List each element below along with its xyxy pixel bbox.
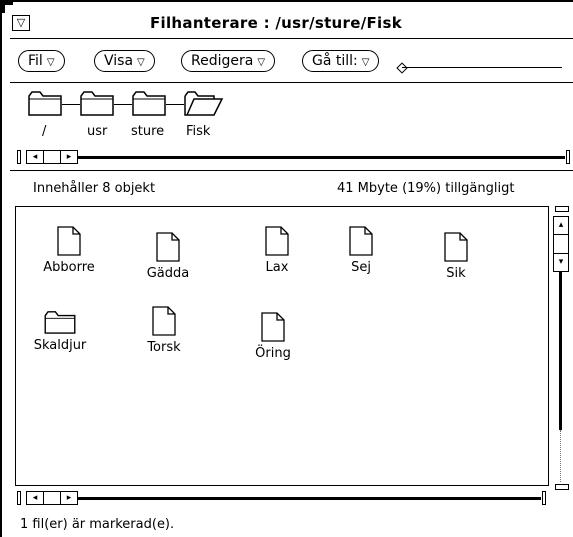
scrollbar-cap-left[interactable] xyxy=(17,491,21,505)
file-name: Torsk xyxy=(147,340,181,355)
document-icon xyxy=(261,312,285,342)
folder-icon[interactable] xyxy=(28,90,62,116)
file-name: Sej xyxy=(351,260,371,275)
document-icon xyxy=(349,226,373,256)
path-label: / xyxy=(42,124,47,139)
file-name: Abborre xyxy=(43,260,95,275)
divider xyxy=(10,170,573,171)
scroll-left-icon[interactable]: ◂ xyxy=(27,492,44,504)
scroll-right-icon[interactable]: ▸ xyxy=(61,151,77,163)
file-item[interactable]: Gädda xyxy=(128,232,208,302)
chevron-down-icon: ▽ xyxy=(361,57,370,68)
file-item[interactable]: Sik xyxy=(416,232,496,302)
path-connector xyxy=(62,104,80,105)
document-icon xyxy=(444,232,468,262)
menu-button-redigera[interactable]: Redigera ▽ xyxy=(181,50,276,72)
file-item[interactable]: Lax xyxy=(237,226,317,296)
folder-icon[interactable] xyxy=(80,90,114,116)
vertical-scrollbar-elevator[interactable]: ▴ ▾ xyxy=(553,216,569,272)
file-name: Lax xyxy=(265,260,289,275)
menu-button-ga-till[interactable]: Gå till: ▽ xyxy=(302,50,380,72)
menu-button-label: Gå till: xyxy=(312,53,358,69)
folder-icon xyxy=(44,311,76,334)
menu-button-visa[interactable]: Visa ▽ xyxy=(94,50,155,72)
file-name: Öring xyxy=(255,346,291,361)
document-icon xyxy=(57,226,81,256)
open-folder-icon[interactable] xyxy=(184,90,224,116)
chevron-down-icon: ▽ xyxy=(257,57,266,68)
path-connector xyxy=(114,104,132,105)
window-title: Filhanterare : /usr/sture/Fisk xyxy=(150,14,402,32)
horizontal-scrollbar-elevator[interactable]: ◂ ▸ xyxy=(26,491,78,505)
footer-message: 1 fil(er) är markerad(e). xyxy=(20,517,175,532)
menu-button-fil[interactable]: Fil ▽ xyxy=(18,50,65,72)
scroll-up-icon[interactable]: ▴ xyxy=(554,217,568,236)
scroll-left-icon[interactable]: ◂ xyxy=(27,151,44,163)
free-space-status: 41 Mbyte (19%) tillgängligt xyxy=(337,181,515,196)
document-icon xyxy=(156,232,180,262)
file-name: Sik xyxy=(446,266,466,281)
folder-item[interactable]: Skaldjur xyxy=(20,310,100,380)
goto-input[interactable] xyxy=(402,67,562,68)
vertical-scrollbar-remainder[interactable] xyxy=(560,430,562,482)
horizontal-scrollbar-track[interactable] xyxy=(78,497,541,500)
divider xyxy=(10,82,573,83)
menu-button-label: Redigera xyxy=(191,53,254,69)
scroll-drag-icon[interactable] xyxy=(44,151,61,163)
scroll-drag-icon[interactable] xyxy=(44,492,61,504)
file-item[interactable]: Abborre xyxy=(29,226,109,296)
file-item[interactable]: Öring xyxy=(233,312,313,382)
folder-icon[interactable] xyxy=(132,90,166,116)
menu-button-label: Visa xyxy=(104,53,134,69)
vertical-scrollbar-track[interactable] xyxy=(559,272,562,430)
horizontal-scrollbar-elevator[interactable]: ◂ ▸ xyxy=(26,150,78,164)
path-label: sture xyxy=(131,124,165,139)
file-name: Gädda xyxy=(146,266,190,281)
scrollbar-cap-right[interactable] xyxy=(542,491,546,505)
scrollbar-cap-top[interactable] xyxy=(555,206,569,212)
file-item[interactable]: Sej xyxy=(321,226,401,296)
scroll-drag-icon[interactable] xyxy=(554,235,568,254)
item-count-status: Innehåller 8 objekt xyxy=(33,181,156,196)
window-menu-glyph: ▽ xyxy=(16,16,26,29)
scrollbar-cap-right[interactable] xyxy=(566,150,570,164)
scrollbar-cap-bottom[interactable] xyxy=(555,484,569,490)
horizontal-scrollbar-track[interactable] xyxy=(78,156,565,159)
chevron-down-icon: ▽ xyxy=(46,57,55,68)
file-name: Skaldjur xyxy=(33,338,87,353)
scroll-right-icon[interactable]: ▸ xyxy=(61,492,77,504)
path-label: usr xyxy=(87,124,108,139)
scroll-down-icon[interactable]: ▾ xyxy=(554,254,568,271)
path-connector xyxy=(166,104,184,105)
path-label: Fisk xyxy=(186,124,211,139)
chevron-down-icon: ▽ xyxy=(137,57,145,68)
menu-button-label: Fil xyxy=(28,53,43,69)
file-item[interactable]: Torsk xyxy=(124,306,204,376)
document-icon xyxy=(265,226,289,256)
window-menu-button[interactable]: ▽ xyxy=(12,15,30,31)
document-icon xyxy=(152,306,176,336)
scrollbar-cap-left[interactable] xyxy=(17,150,21,164)
